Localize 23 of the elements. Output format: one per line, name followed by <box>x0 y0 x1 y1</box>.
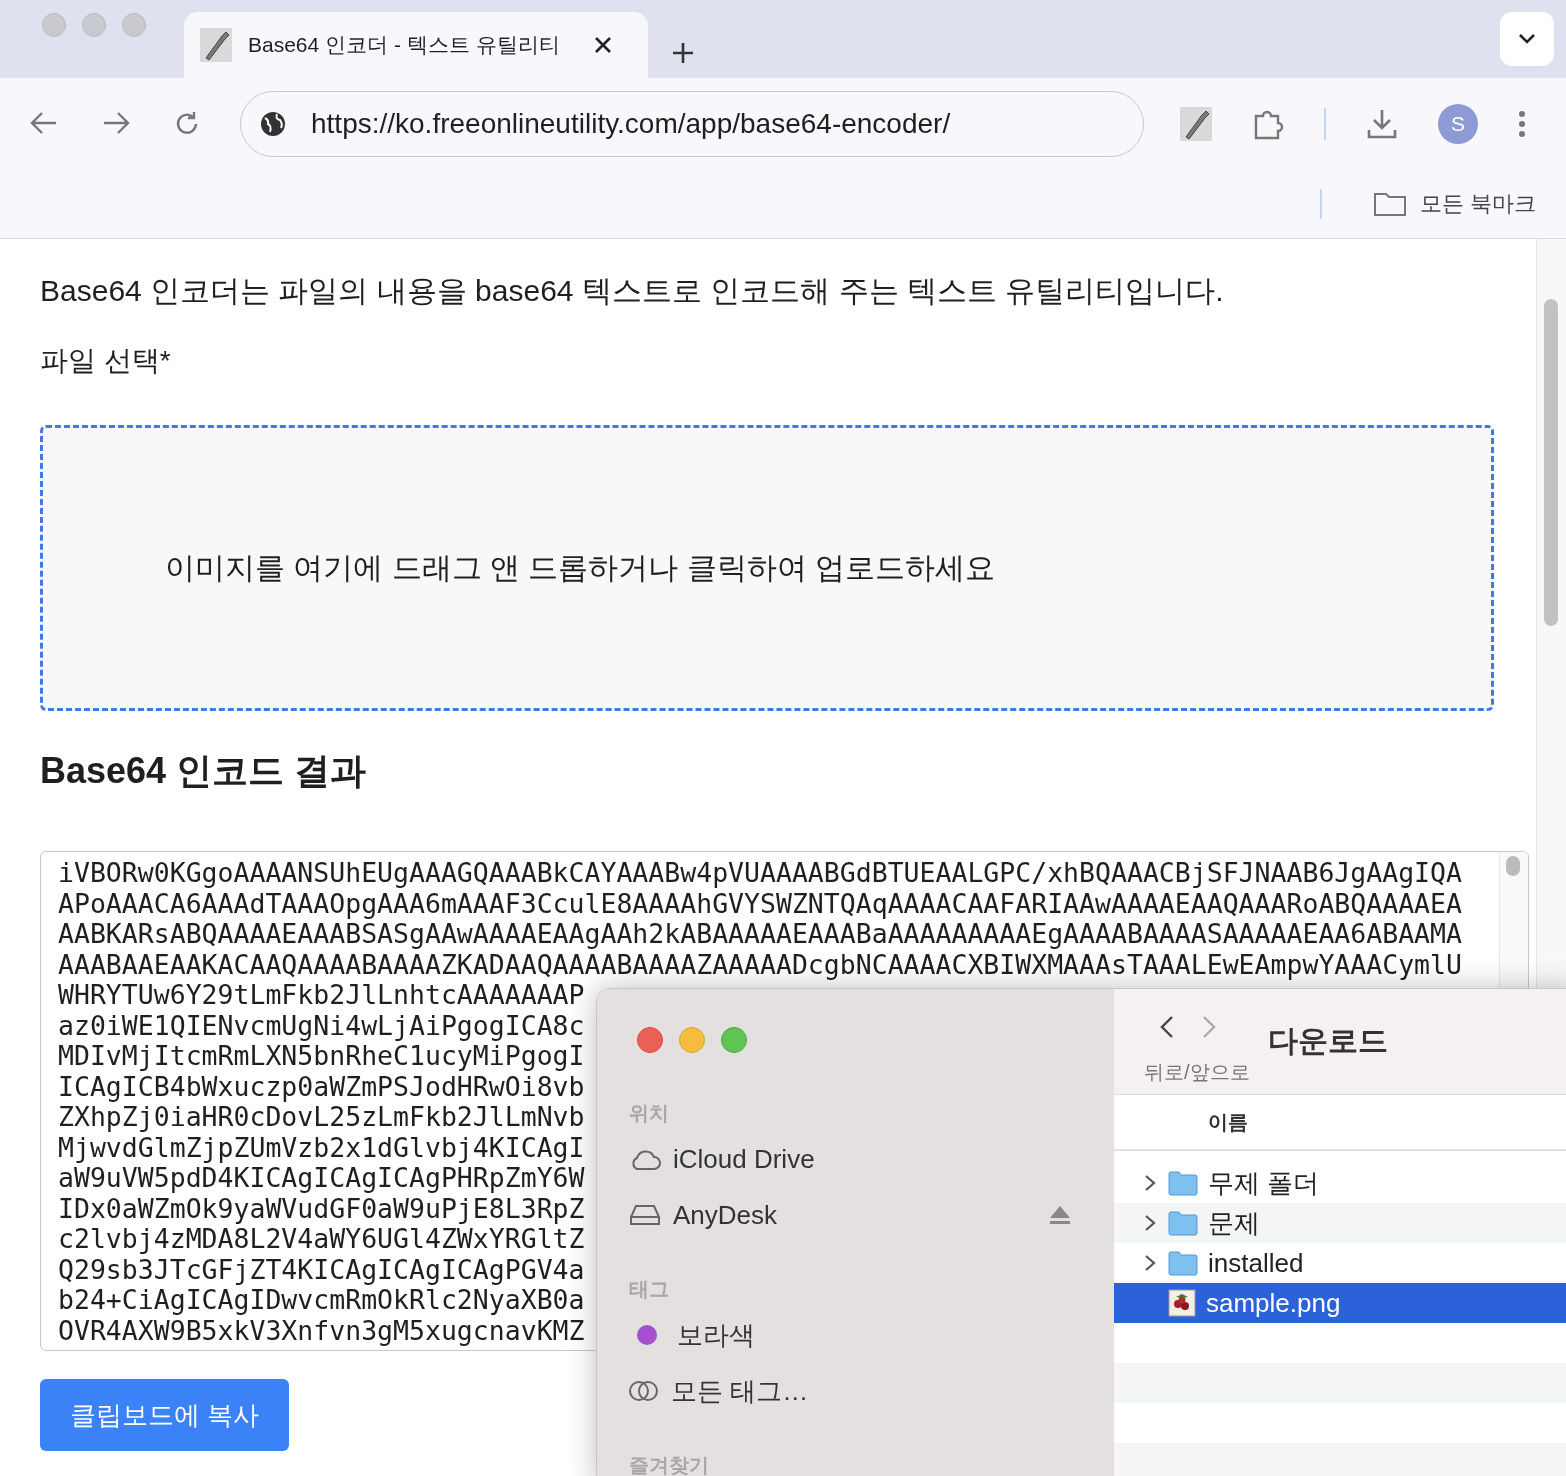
file-row[interactable]: installed <box>1114 1243 1566 1283</box>
all-bookmarks-link[interactable]: 모든 북마크 <box>1419 189 1536 219</box>
upload-dropzone[interactable]: 이미지를 여기에 드래그 앤 드롭하거나 클릭하여 업로드하세요 <box>40 425 1494 711</box>
nav-label: 뒤로/앞으로 <box>1144 1060 1250 1085</box>
tab-title: Base64 인코더 - 텍스트 유틸리티 <box>248 32 561 58</box>
url-text: https://ko.freeonlineutility.com/app/base64-encoder/ <box>311 108 951 140</box>
sidebar-item[interactable]: AnyDesk <box>673 1199 778 1231</box>
sidebar-heading: 위치 <box>629 1101 670 1125</box>
file-label: 파일 선택* <box>40 344 172 378</box>
result-heading: Base64 인코드 결과 <box>40 749 368 793</box>
sidebar-heading: 즐겨찾기 <box>629 1453 710 1476</box>
sidebar-item[interactable]: 보라색 <box>677 1317 755 1353</box>
column-header[interactable]: 이름 <box>1208 1108 1248 1136</box>
sidebar-heading: 태그 <box>629 1277 670 1301</box>
browser-tab[interactable]: Base64 인코더 - 텍스트 유틸리티 <box>184 12 648 78</box>
file-row[interactable]: 문제 <box>1114 1203 1566 1243</box>
sidebar-item[interactable]: 모든 태그… <box>671 1373 809 1409</box>
description-text: Base64 인코더는 파일의 내용을 base64 텍스트로 인코드해 주는 텍스트 유틸리티입니다. <box>40 273 1225 309</box>
sidebar-item[interactable]: iCloud Drive <box>673 1143 815 1175</box>
copy-button[interactable]: 클립보드에 복사 <box>40 1379 289 1451</box>
folder-title: 다운로드 <box>1268 1023 1388 1059</box>
file-row[interactable]: 무제 폴더 <box>1114 1163 1566 1203</box>
file-row[interactable]: sample.png <box>1114 1283 1566 1323</box>
